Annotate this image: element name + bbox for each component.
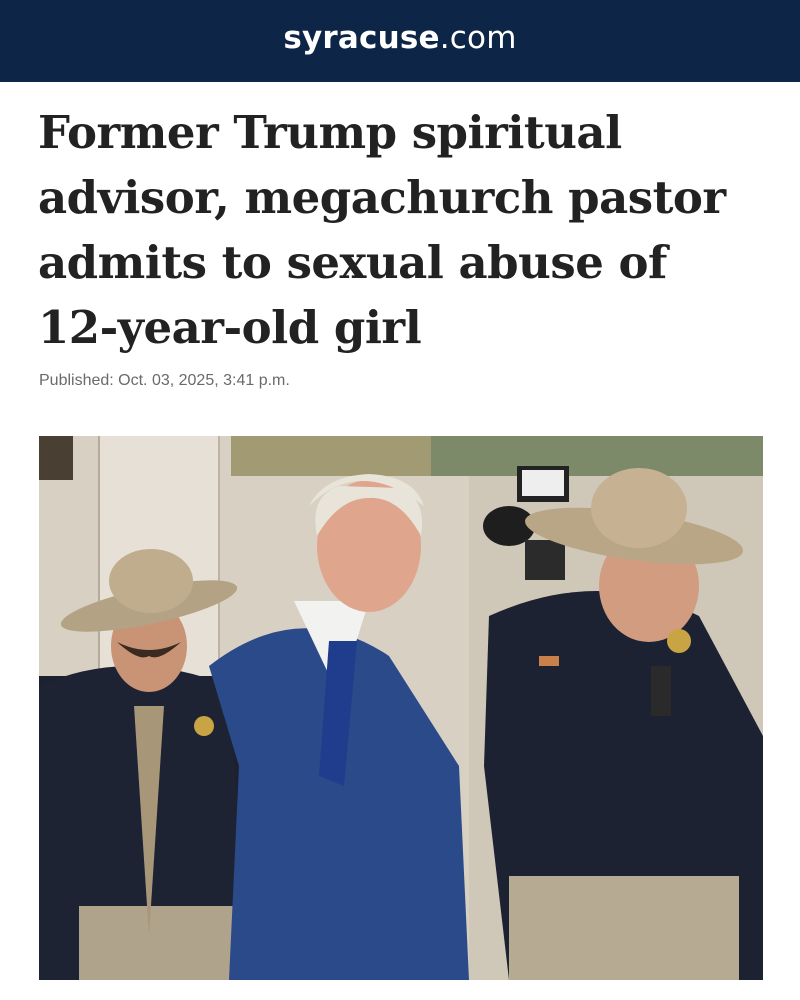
site-header: syracuse.com	[0, 0, 800, 82]
published-date: Published: Oct. 03, 2025, 3:41 p.m.	[39, 372, 290, 389]
site-logo[interactable]: syracuse.com	[283, 20, 516, 56]
logo-light: .com	[439, 20, 517, 56]
article-headline: Former Trump spiritual advisor, megachur…	[38, 106, 726, 354]
logo-bold: syracuse	[283, 20, 440, 56]
article-photo	[39, 436, 763, 980]
